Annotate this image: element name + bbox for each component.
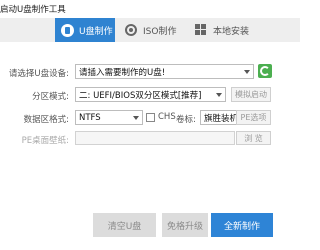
chevron-down-icon [133,116,139,120]
tab-strip: U盘制作 ISO制作 本地安装 [0,18,300,42]
clear-usb-label: 清空U盘 [107,221,142,232]
upgrade-label: 免格升级 [166,221,203,232]
wallpaper-input[interactable] [75,131,235,145]
create-new-button[interactable]: 全新制作 [211,213,273,237]
volume-label: 卷标: [176,115,196,125]
upgrade-button[interactable]: 免格升级 [162,213,208,237]
chevron-down-icon [244,70,250,74]
pe-options-button[interactable]: PE选项 [236,110,271,125]
refresh-button[interactable] [258,64,272,78]
format-select-value: NTFS [79,112,101,123]
checkbox-box [146,112,155,122]
title-bar: 启动U盘制作工具 [0,0,300,15]
simulate-boot-button[interactable]: 模拟启动 [231,87,271,102]
simulate-boot-label: 模拟启动 [235,90,267,99]
create-new-label: 全新制作 [223,221,260,232]
tab-label: ISO制作 [143,26,177,37]
clear-usb-button[interactable]: 清空U盘 [93,213,156,237]
browse-button[interactable]: 浏 览 [236,131,271,145]
tab-usb-create[interactable]: U盘制作 [55,18,115,42]
partition-select-value: 二: UEFI/BIOS双分区模式[推荐] [79,90,202,101]
partition-label: 分区模式: [32,92,69,102]
format-label: 数据区格式: [23,115,69,125]
browse-label: 浏 览 [244,133,263,143]
device-select[interactable]: 请插入需要制作的U盘! [75,64,254,79]
tab-local-install[interactable]: 本地安装 [190,18,270,42]
pe-options-label: PE选项 [240,113,267,122]
chs-label: CHS [158,112,176,122]
format-select[interactable]: NTFS [75,110,143,125]
tab-label: U盘制作 [79,26,113,37]
disc-icon [125,24,137,36]
device-select-value: 请插入需要制作的U盘! [79,67,166,78]
windows-icon [195,24,207,36]
chevron-down-icon [216,93,222,97]
tab-iso-create[interactable]: ISO制作 [120,18,190,42]
usb-icon [61,23,74,37]
window-title: 启动U盘制作工具 [0,5,66,15]
wallpaper-label: PE桌面壁纸: [21,136,69,146]
device-label: 请选择U盘设备: [8,69,69,79]
chs-checkbox[interactable]: CHS [146,112,176,122]
partition-select[interactable]: 二: UEFI/BIOS双分区模式[推荐] [75,87,226,102]
tab-label: 本地安装 [213,26,250,37]
